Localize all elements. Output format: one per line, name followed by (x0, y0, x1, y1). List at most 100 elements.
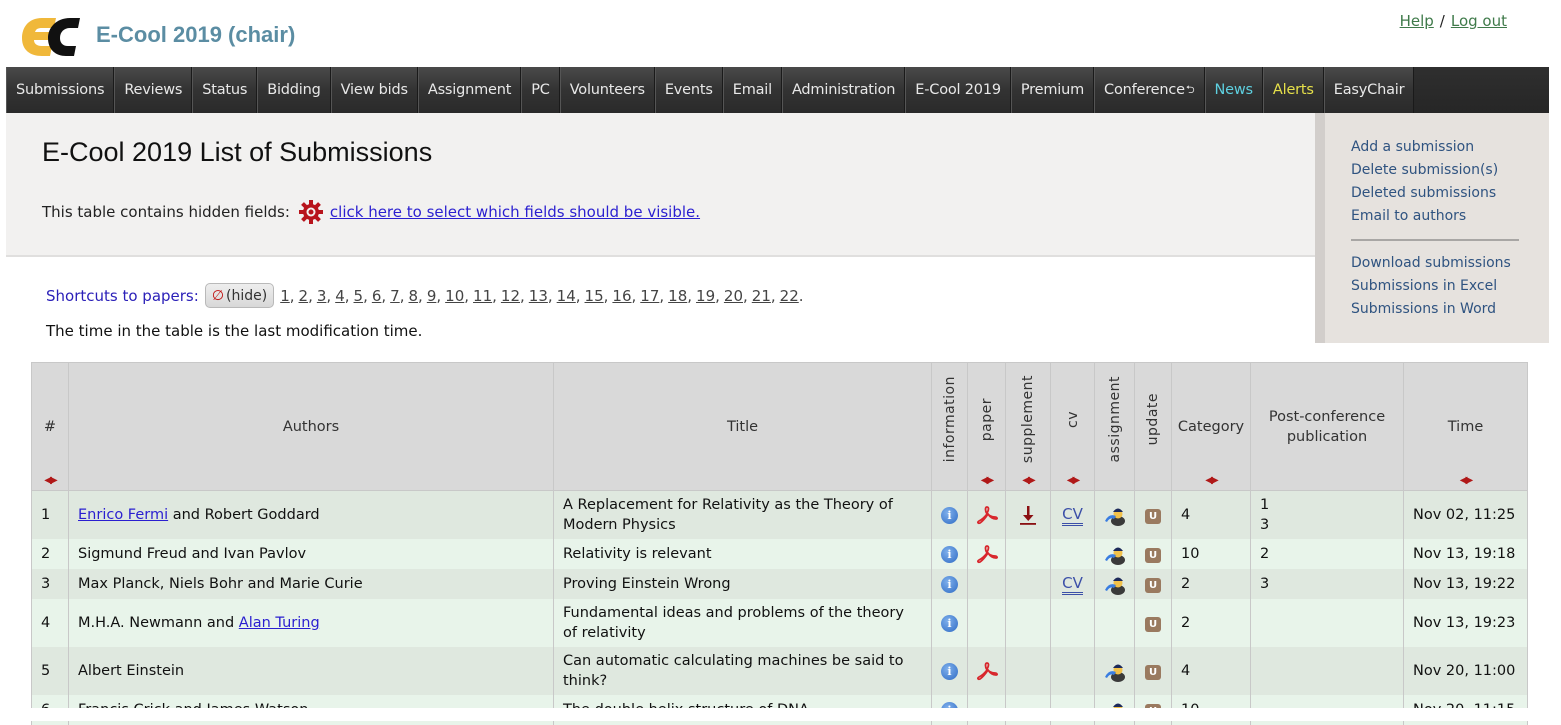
nav-pc[interactable]: PC (521, 67, 560, 113)
nav-alerts[interactable]: Alerts (1262, 67, 1324, 113)
update-icon[interactable]: U (1145, 548, 1161, 563)
nav-bidding[interactable]: Bidding (257, 67, 331, 113)
hide-shortcuts-button[interactable]: ∅ (hide) (204, 283, 275, 308)
cell-authors: Max Planck, Niels Bohr and Marie Curie (68, 569, 554, 599)
shortcut-paper-link[interactable]: 13 (529, 287, 548, 305)
shortcut-paper-link[interactable]: 4 (335, 287, 345, 305)
add-submission-link[interactable]: Add a submission (1325, 136, 1549, 159)
shortcut-paper-link[interactable]: 5 (354, 287, 364, 305)
nav-view-bids[interactable]: View bids (330, 67, 418, 113)
info-icon[interactable]: i (941, 663, 958, 680)
cell-postconf: 13 (1250, 490, 1404, 539)
deleted-submissions-link[interactable]: Deleted submissions (1325, 182, 1549, 205)
shortcut-paper-link[interactable]: 11 (473, 287, 492, 305)
cell-paper (967, 569, 1006, 599)
shortcut-paper-link[interactable]: 18 (668, 287, 687, 305)
separator: / (1439, 12, 1445, 30)
delete-submissions-link[interactable]: Delete submission(s) (1325, 159, 1549, 182)
nav-assignment[interactable]: Assignment (417, 67, 522, 113)
easychair-logo-icon (22, 18, 80, 56)
cell-update: U (1134, 569, 1172, 599)
shortcut-paper-link[interactable]: 17 (640, 287, 659, 305)
shortcut-paper-link[interactable]: 8 (409, 287, 419, 305)
pdf-icon[interactable] (976, 544, 998, 564)
nav-events[interactable]: Events (654, 67, 723, 113)
download-submissions-link[interactable]: Download submissions (1325, 252, 1549, 275)
update-icon[interactable]: U (1145, 665, 1161, 680)
top-links: Help / Log out (1400, 12, 1507, 30)
col-update: update (1134, 362, 1172, 491)
assign-reviewer-icon[interactable] (1103, 504, 1127, 526)
update-icon[interactable]: U (1145, 617, 1161, 632)
shortcut-paper-link[interactable]: 14 (557, 287, 576, 305)
shortcut-paper-link[interactable]: 21 (752, 287, 771, 305)
sort-arrows-icon[interactable]: ◀▶ (1460, 475, 1473, 486)
shortcuts-label: Shortcuts to papers: (46, 286, 199, 305)
shortcut-paper-link[interactable]: 3 (317, 287, 327, 305)
shortcut-paper-link[interactable]: 7 (390, 287, 400, 305)
shortcut-paper-link[interactable]: 12 (501, 287, 520, 305)
assign-reviewer-icon[interactable] (1103, 660, 1127, 682)
cv-link-icon[interactable]: CV (1062, 506, 1083, 526)
sort-arrows-icon[interactable]: ◀▶ (44, 475, 57, 486)
shortcut-paper-link[interactable]: 9 (427, 287, 437, 305)
pdf-icon[interactable] (976, 505, 998, 525)
author-link[interactable]: Enrico Fermi (78, 507, 168, 523)
nav-conference[interactable]: Conference ⮌ (1094, 67, 1205, 113)
shortcut-paper-link[interactable]: 2 (299, 287, 309, 305)
submissions-word-link[interactable]: Submissions in Word (1325, 298, 1549, 321)
logout-link[interactable]: Log out (1451, 12, 1507, 30)
sort-arrows-icon[interactable]: ◀▶ (981, 475, 994, 486)
nav-easychair[interactable]: EasyChair (1323, 67, 1415, 113)
pdf-icon[interactable] (976, 661, 998, 681)
email-to-authors-link[interactable]: Email to authors (1325, 205, 1549, 228)
author-link[interactable]: Alan Turing (239, 615, 320, 631)
shortcut-separator: , (381, 286, 387, 305)
shortcut-paper-link[interactable]: 6 (372, 287, 382, 305)
author-name: and Robert Goddard (168, 507, 320, 523)
update-icon[interactable]: U (1145, 509, 1161, 524)
nav-administration[interactable]: Administration (781, 67, 906, 113)
info-icon[interactable]: i (941, 546, 958, 563)
shortcut-paper-link[interactable]: 1 (280, 287, 290, 305)
info-icon[interactable]: i (941, 507, 958, 524)
shortcut-separator: , (547, 286, 553, 305)
nav-status[interactable]: Status (192, 67, 258, 113)
col-num[interactable]: # ◀▶ (31, 362, 69, 491)
shortcut-paper-link[interactable]: 16 (612, 287, 631, 305)
update-icon[interactable]: U (1145, 578, 1161, 593)
info-icon[interactable]: i (941, 615, 958, 632)
download-icon[interactable] (1017, 504, 1039, 526)
nav-label: Volunteers (569, 82, 645, 98)
info-icon[interactable]: i (941, 576, 958, 593)
submissions-excel-link[interactable]: Submissions in Excel (1325, 275, 1549, 298)
nav-submissions[interactable]: Submissions (6, 67, 115, 113)
cell-information: i (931, 490, 968, 539)
nav-email[interactable]: Email (722, 67, 782, 113)
shortcut-paper-link[interactable]: 19 (696, 287, 715, 305)
nav-premium[interactable]: Premium (1010, 67, 1095, 113)
nav-volunteers[interactable]: Volunteers (559, 67, 655, 113)
shortcut-paper-link[interactable]: 10 (445, 287, 464, 305)
nav-ecool-2019[interactable]: E-Cool 2019 (905, 67, 1011, 113)
select-visible-fields-link[interactable]: click here to select which fields should… (330, 203, 700, 221)
col-authors: Authors (68, 362, 554, 491)
sort-arrows-icon[interactable]: ◀▶ (1067, 475, 1080, 486)
nav-reviews[interactable]: Reviews (114, 67, 193, 113)
gear-icon[interactable] (298, 199, 324, 225)
assign-reviewer-icon[interactable] (1103, 543, 1127, 565)
nav-news[interactable]: News (1204, 67, 1263, 113)
assign-reviewer-icon[interactable] (1103, 573, 1127, 595)
shortcut-separator: , (715, 286, 720, 305)
shortcut-paper-link[interactable]: 20 (724, 287, 743, 305)
shortcut-paper-link[interactable]: 15 (585, 287, 604, 305)
sort-arrows-icon[interactable]: ◀▶ (1205, 475, 1218, 486)
nav-label: E-Cool 2019 (915, 82, 1001, 98)
help-link[interactable]: Help (1400, 12, 1434, 30)
cv-link-icon[interactable]: CV (1062, 575, 1083, 595)
col-assignment: assignment (1094, 362, 1135, 491)
cell-time: Nov 13, 19:18 (1403, 539, 1528, 569)
sort-arrows-icon[interactable]: ◀▶ (1022, 475, 1035, 486)
shortcut-paper-link[interactable]: 22 (780, 287, 799, 305)
shortcut-separator: , (687, 286, 693, 305)
